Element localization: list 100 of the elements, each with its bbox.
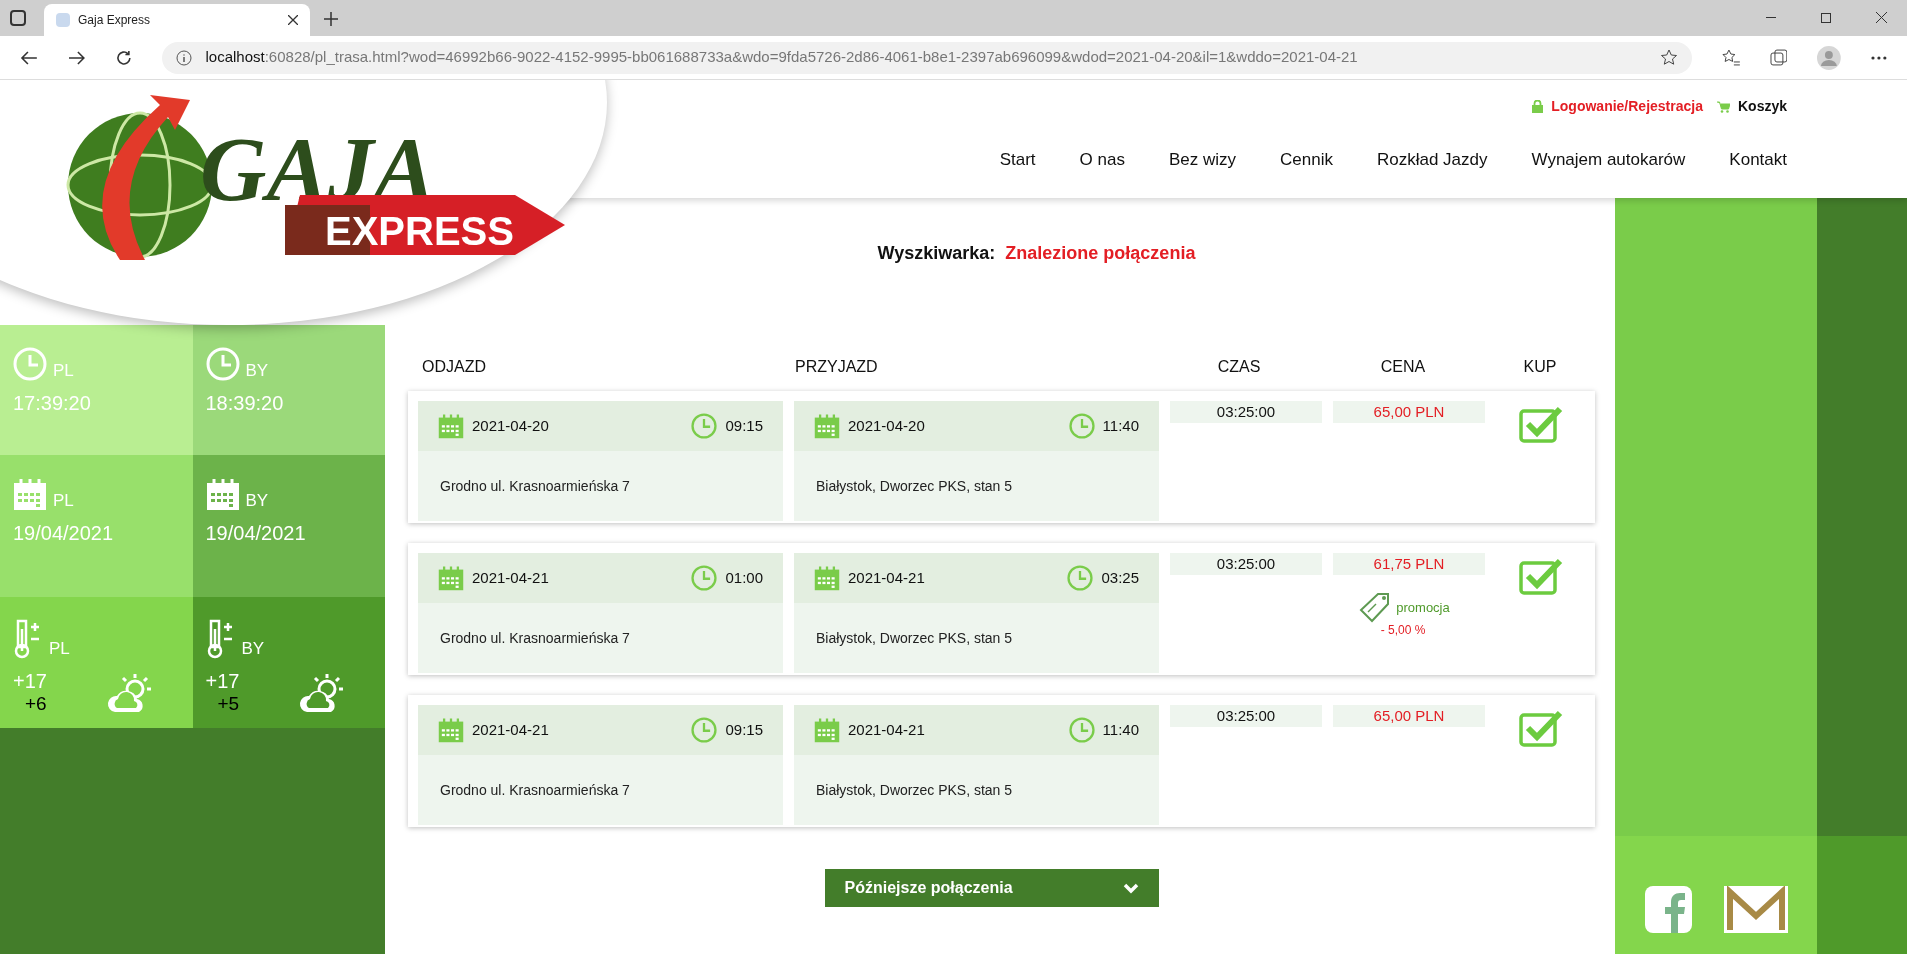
country-code: PL xyxy=(49,640,70,657)
time-text: 01:00 xyxy=(725,567,763,588)
clock-icon xyxy=(1068,413,1095,439)
date-text: 2021-04-20 xyxy=(472,415,550,436)
clock-icon xyxy=(691,565,718,591)
buy-checkbox-icon[interactable] xyxy=(1518,405,1563,443)
login-link[interactable]: Logowanie/Rejestracja xyxy=(1551,96,1703,117)
reload-icon[interactable] xyxy=(115,49,132,66)
tile-value: 19/04/2021 xyxy=(13,523,115,543)
mail-icon[interactable] xyxy=(1724,886,1788,933)
clock-icon xyxy=(691,413,718,439)
time-text: 11:40 xyxy=(1102,415,1139,436)
time-text: 11:40 xyxy=(1102,719,1139,740)
tile-value: 18:39:20 xyxy=(205,393,285,413)
restore-icon[interactable] xyxy=(1821,13,1831,23)
nav-link[interactable]: Wynajem autokarów xyxy=(1531,147,1686,173)
calendar-icon xyxy=(814,717,840,743)
tile-value: 17:39:20 xyxy=(13,393,92,413)
profile-avatar-icon[interactable] xyxy=(1817,45,1842,70)
later-connections-button[interactable]: Późniejsze połączenia xyxy=(824,869,1159,907)
date-text: 2021-04-20 xyxy=(848,415,926,436)
nav-link[interactable]: Bez wizy xyxy=(1168,147,1236,173)
column-header: KUP xyxy=(1522,357,1558,377)
buy-checkbox-icon[interactable] xyxy=(1518,557,1563,595)
date-text: 2021-04-21 xyxy=(472,719,550,740)
time-text: 09:15 xyxy=(725,719,763,740)
close-icon[interactable] xyxy=(288,15,298,25)
url-text: localhost:60828/pl_trasa.html?wod=46992b66-9022-4152-9995-bb061688733a&wdo=9fda5726-2d86-4061-b8e1-2397ab696099&wdod=2021-04-20&il=1&wddo=2021-04-21 xyxy=(205,47,1359,68)
close-icon[interactable] xyxy=(1876,12,1887,23)
calendar-icon xyxy=(814,565,840,591)
date-text: 2021-04-21 xyxy=(472,567,550,588)
nav-link[interactable]: Cennik xyxy=(1280,147,1333,173)
clock-icon xyxy=(1067,565,1094,591)
address-bar[interactable]: localhost:60828/pl_trasa.html?wod=46992b66-9022-4152-9995-bb061688733a&wdo=9fda5726-2d86-4061-b8e1-2397ab696099&wdod=2021-04-20&il=1&wddo=2021-04-21 xyxy=(161,41,1692,74)
info-icon[interactable] xyxy=(175,49,192,66)
nav-link[interactable]: Kontakt xyxy=(1729,147,1787,173)
price-text: 61,75 PLN xyxy=(1333,553,1485,575)
promotion-label: promocja xyxy=(1396,599,1450,618)
partly-cloudy-icon xyxy=(106,672,153,714)
nav-link[interactable]: Rozkład Jazdy xyxy=(1376,147,1488,173)
duration-text: 03:25:00 xyxy=(1170,705,1322,727)
partly-cloudy-icon xyxy=(299,672,345,714)
calendar-icon xyxy=(438,565,464,591)
place-text: Grodno ul. Krasnoarmieńska 7 xyxy=(440,476,630,496)
calendar-icon xyxy=(205,477,240,511)
chevron-down-icon xyxy=(1122,882,1139,894)
more-icon[interactable] xyxy=(1871,55,1887,60)
favorites-icon[interactable] xyxy=(1721,48,1740,67)
back-icon[interactable] xyxy=(20,49,38,66)
column-header: CZAS xyxy=(1216,357,1262,377)
column-header: ODJAZD xyxy=(421,357,487,377)
place-text: Białystok, Dworzec PKS, stan 5 xyxy=(816,780,1013,800)
temperature-night: +6 xyxy=(25,694,48,713)
date-text: 2021-04-21 xyxy=(848,567,926,588)
nav-link[interactable]: O nas xyxy=(1079,147,1125,173)
tab-title: Gaja Express xyxy=(78,12,152,29)
place-text: Białystok, Dworzec PKS, stan 5 xyxy=(816,628,1013,648)
buy-checkbox-icon[interactable] xyxy=(1518,709,1563,747)
price-text: 65,00 PLN xyxy=(1333,401,1485,423)
temperature-day: +17 xyxy=(205,671,385,691)
column-header: CENA xyxy=(1379,357,1427,377)
cart-link[interactable]: Koszyk xyxy=(1737,96,1787,117)
browser-tab[interactable]: Gaja Express xyxy=(44,4,310,36)
country-code: BY xyxy=(245,492,269,509)
time-text: 09:15 xyxy=(725,415,763,436)
date-text: 2021-04-21 xyxy=(848,719,926,740)
clock-icon xyxy=(691,717,718,743)
duration-text: 03:25:00 xyxy=(1170,553,1322,575)
time-text: 03:25 xyxy=(1101,567,1139,588)
temperature-day: +17 xyxy=(13,671,193,691)
favorite-add-icon[interactable] xyxy=(1659,48,1678,67)
cart-icon xyxy=(1716,100,1730,113)
calendar-icon xyxy=(13,477,47,511)
calendar-icon xyxy=(438,413,464,439)
place-text: Grodno ul. Krasnoarmieńska 7 xyxy=(440,780,630,800)
tab-actions-icon[interactable] xyxy=(10,10,26,26)
clock-icon xyxy=(1068,717,1095,743)
temperature-night: +5 xyxy=(217,694,241,713)
country-code: PL xyxy=(53,492,74,509)
nav-link[interactable]: Start xyxy=(999,147,1036,173)
clock-icon xyxy=(13,347,47,381)
country-code: BY xyxy=(245,362,269,379)
new-tab-icon[interactable] xyxy=(324,12,338,26)
duration-text: 03:25:00 xyxy=(1170,401,1322,423)
collections-icon[interactable] xyxy=(1769,48,1788,67)
calendar-icon xyxy=(438,717,464,743)
calendar-icon xyxy=(814,413,840,439)
tile-value: 19/04/2021 xyxy=(205,523,307,543)
favicon-icon xyxy=(56,13,70,27)
clock-icon xyxy=(205,347,240,381)
place-text: Białystok, Dworzec PKS, stan 5 xyxy=(816,476,1013,496)
forward-icon[interactable] xyxy=(67,49,86,66)
country-code: PL xyxy=(53,362,74,379)
discount-text: - 5,00 % xyxy=(1380,622,1426,639)
lock-icon xyxy=(1532,100,1544,113)
search-status: Znalezione połączenia xyxy=(1005,242,1196,265)
price-text: 65,00 PLN xyxy=(1333,705,1485,727)
place-text: Grodno ul. Krasnoarmieńska 7 xyxy=(440,628,630,648)
search-label: Wyszkiwarka: xyxy=(877,242,996,265)
column-header: PRZYJAZD xyxy=(794,357,879,377)
